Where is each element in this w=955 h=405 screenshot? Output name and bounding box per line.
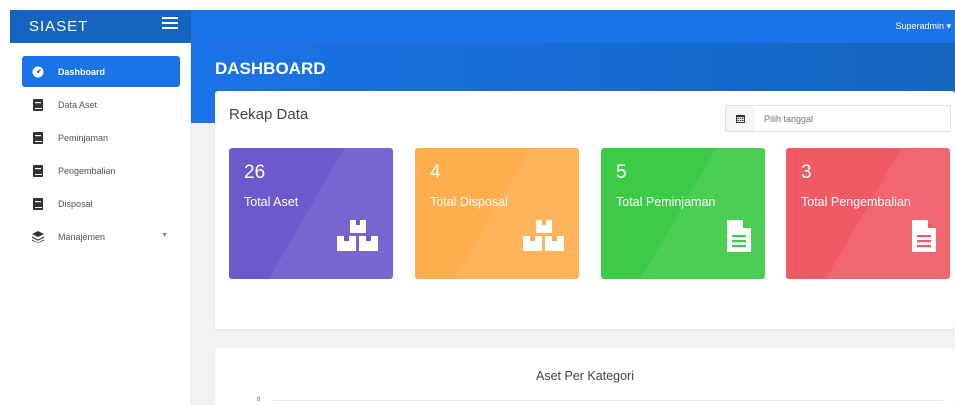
calendar-icon: [726, 106, 754, 131]
stat-label: Total Peminjaman: [616, 195, 716, 209]
stat-value: 3: [801, 162, 812, 183]
stat-card-total-pengembalian[interactable]: 3 Total Pengembalian: [786, 148, 950, 279]
layers-icon: [32, 230, 44, 243]
sidebar-item-label: Disposal: [58, 198, 93, 209]
sidebar-item-label: Pengembalian: [58, 165, 116, 176]
book-icon: [32, 98, 44, 111]
book-icon: [32, 164, 44, 177]
cubes-icon: [523, 220, 565, 257]
tachometer-icon: [32, 66, 44, 78]
stat-value: 5: [616, 162, 627, 183]
document-icon: [727, 220, 751, 257]
chart-title: Aset Per Kategori: [536, 369, 634, 383]
sidebar-item-label: Peminjaman: [58, 132, 109, 143]
sidebar-item-data-aset[interactable]: Data Aset: [22, 89, 180, 120]
y-axis-tick: 8: [257, 397, 261, 403]
sidebar-item-label: Dashboard: [58, 66, 106, 77]
rekap-card: Rekap Data 26 Total Aset 4 Total Disposa…: [215, 91, 955, 329]
sidebar-item-dashboard[interactable]: Dashboard: [22, 56, 180, 87]
stat-value: 26: [244, 162, 266, 183]
sidebar: Dashboard Data Aset Peminjaman Pengembal…: [10, 43, 191, 405]
sidebar-item-peminjaman[interactable]: Peminjaman: [22, 122, 180, 153]
stat-card-total-aset[interactable]: 26 Total Aset: [229, 148, 393, 279]
chevron-down-icon: ▼: [161, 232, 168, 239]
sidebar-item-label: Manajemen: [58, 231, 106, 242]
date-input[interactable]: [754, 113, 934, 124]
book-icon: [32, 131, 44, 144]
chart-card: Aset Per Kategori 8: [215, 348, 955, 405]
sidebar-item-label: Data Aset: [58, 99, 98, 110]
stat-label: Total Disposal: [430, 195, 508, 209]
sidebar-item-manajemen[interactable]: Manajemen ▼: [22, 221, 180, 252]
stat-label: Total Aset: [244, 195, 299, 209]
main-content: DASHBOARD Rekap Data 26 Total Aset 4 Tot…: [191, 43, 955, 405]
page-title: DASHBOARD: [215, 59, 326, 78]
stat-card-total-disposal[interactable]: 4 Total Disposal: [415, 148, 579, 279]
hamburger-menu-icon[interactable]: [162, 17, 178, 31]
sidebar-item-pengembalian[interactable]: Pengembalian: [22, 155, 180, 186]
gridline: [273, 400, 943, 401]
user-menu[interactable]: Superadmin: [895, 21, 951, 32]
sidebar-item-disposal[interactable]: Disposal: [22, 188, 180, 219]
top-bar: SIASET Superadmin: [10, 10, 955, 43]
cubes-icon: [337, 220, 379, 257]
document-icon: [912, 220, 936, 257]
stat-label: Total Pengembalian: [801, 195, 911, 209]
stat-value: 4: [430, 162, 441, 183]
app-frame: SIASET Superadmin Dashboard Data Aset Pe…: [0, 0, 955, 405]
date-picker[interactable]: [725, 105, 951, 132]
stat-card-total-peminjaman[interactable]: 5 Total Peminjaman: [601, 148, 765, 279]
card-title: Rekap Data: [229, 106, 309, 123]
book-icon: [32, 197, 44, 210]
